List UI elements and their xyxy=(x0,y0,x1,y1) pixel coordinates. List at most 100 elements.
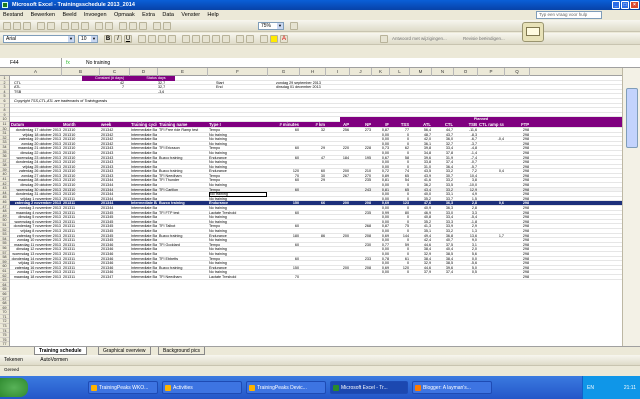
percent-icon[interactable] xyxy=(192,35,200,43)
review-icon[interactable] xyxy=(380,35,388,43)
formula-input[interactable]: No training xyxy=(86,58,110,68)
table-cell[interactable]: maandag 18 november 2013 xyxy=(11,275,61,280)
font-color-icon[interactable]: A xyxy=(280,35,288,43)
increase-indent-icon[interactable] xyxy=(246,35,254,43)
drawing-menu[interactable]: Tekenen xyxy=(4,357,23,363)
table-row[interactable]: maandag 18 november 2013 201311 201347 Inte… xyxy=(10,275,622,280)
undo-icon[interactable] xyxy=(95,22,103,30)
start-button[interactable] xyxy=(0,378,28,397)
column-header[interactable]: F xyxy=(208,68,268,76)
reply-changes-label[interactable]: Antwoord met wijzigingen... xyxy=(392,36,447,41)
column-header[interactable]: Q xyxy=(505,68,530,76)
save-icon[interactable] xyxy=(23,22,31,30)
bold-button[interactable]: B xyxy=(104,35,112,43)
column-header[interactable]: J xyxy=(350,68,372,76)
standard-toolbar: 75% ▼ xyxy=(0,20,640,32)
menu-extra[interactable]: Extra xyxy=(139,10,158,20)
table-cell[interactable]: 298 xyxy=(506,275,529,280)
currency-icon[interactable] xyxy=(182,35,190,43)
align-right-icon[interactable] xyxy=(158,35,166,43)
column-header[interactable]: P xyxy=(478,68,505,76)
italic-button[interactable]: I xyxy=(114,35,122,43)
tab-background-pics[interactable]: Background pics xyxy=(158,347,205,355)
column-header[interactable]: K xyxy=(372,68,390,76)
redo-icon[interactable] xyxy=(105,22,113,30)
align-center-icon[interactable] xyxy=(148,35,156,43)
cut-icon[interactable] xyxy=(61,22,69,30)
table-cell[interactable]: Lactate Treshold xyxy=(209,275,267,280)
column-header[interactable]: L xyxy=(390,68,410,76)
tab-training-schedule[interactable]: Training schedule xyxy=(34,347,87,355)
tab-graphical-overview[interactable]: Graphical overview xyxy=(98,347,151,355)
open-icon[interactable] xyxy=(13,22,21,30)
minimize-button[interactable]: _ xyxy=(612,1,620,9)
align-left-icon[interactable] xyxy=(138,35,146,43)
preview-icon[interactable] xyxy=(47,22,55,30)
sort-asc-icon[interactable] xyxy=(129,22,137,30)
merge-center-icon[interactable] xyxy=(168,35,176,43)
column-header[interactable]: D xyxy=(130,68,158,76)
sort-desc-icon[interactable] xyxy=(139,22,147,30)
column-header[interactable]: G xyxy=(268,68,300,76)
column-header[interactable]: E xyxy=(158,68,208,76)
cells-area[interactable]: Constant (# days) Status days CTL 42 32,… xyxy=(10,76,622,280)
borders-icon[interactable] xyxy=(260,35,268,43)
underline-button[interactable]: U xyxy=(124,35,132,43)
drawing-icon[interactable] xyxy=(163,22,171,30)
zoom-select[interactable]: 75% ▼ xyxy=(258,22,284,30)
menu-venster[interactable]: Venster xyxy=(178,10,203,20)
menu-bestand[interactable]: Bestand xyxy=(0,10,26,20)
fx-icon[interactable]: fx xyxy=(66,58,70,68)
menu-beeld[interactable]: Beeld xyxy=(59,10,79,20)
task-activities[interactable]: Activities xyxy=(162,381,242,394)
font-size-select[interactable]: 10 ▼ xyxy=(78,35,98,43)
decrease-indent-icon[interactable] xyxy=(236,35,244,43)
task-trainingpeaks-device[interactable]: TrainingPeaks Devic... xyxy=(246,381,326,394)
font-select[interactable]: Arial ▼ xyxy=(3,35,75,43)
thousands-icon[interactable] xyxy=(202,35,210,43)
print-icon[interactable] xyxy=(37,22,45,30)
table-cell[interactable]: TFI Needham xyxy=(159,275,207,280)
column-header[interactable]: I xyxy=(326,68,350,76)
column-header[interactable]: B xyxy=(62,68,100,76)
task-excel[interactable]: Microsoft Excel - Tr... xyxy=(330,381,408,394)
autoshapes-menu[interactable]: AutoVormen xyxy=(40,357,68,363)
column-header[interactable]: A xyxy=(10,68,62,76)
menu-invoegen[interactable]: Invoegen xyxy=(81,10,110,20)
column-header[interactable]: H xyxy=(300,68,326,76)
task-trainingpeaks-wko[interactable]: TrainingPeaks WKO... xyxy=(88,381,158,394)
table-cell[interactable]: 201347 xyxy=(101,275,129,280)
column-header[interactable]: C xyxy=(100,68,130,76)
close-button[interactable]: × xyxy=(630,1,639,9)
chart-icon[interactable] xyxy=(153,22,161,30)
paste-icon[interactable] xyxy=(81,22,89,30)
fill-color-icon[interactable] xyxy=(270,35,278,43)
increase-decimal-icon[interactable] xyxy=(212,35,220,43)
language-indicator[interactable]: EN xyxy=(587,385,594,391)
table-cell[interactable]: 201311 xyxy=(63,275,99,280)
table-cell[interactable]: Intermediate Base I xyxy=(131,275,157,280)
menu-help[interactable]: Help xyxy=(204,10,221,20)
column-header[interactable]: M xyxy=(410,68,432,76)
table-cell[interactable]: 70 xyxy=(269,275,299,280)
scroll-thumb[interactable] xyxy=(626,88,638,148)
menu-bewerken[interactable]: Bewerken xyxy=(28,10,58,20)
task-blogger[interactable]: Blogger: A layman's... xyxy=(412,381,492,394)
drawing-toolbar: Tekenen AutoVormen xyxy=(0,355,640,365)
help-icon[interactable] xyxy=(290,22,298,30)
maximize-button[interactable]: □ xyxy=(621,1,629,9)
menu-data[interactable]: Data xyxy=(159,10,177,20)
name-box[interactable]: F44 xyxy=(0,58,62,68)
office-assistant-icon[interactable] xyxy=(522,22,544,42)
end-review-label[interactable]: Revisie beëindigen... xyxy=(463,36,505,41)
spreadsheet-grid[interactable]: 1 2 3 4 5 6 7 8 9 10 11 30 31 32 33 34 35 36 37 38 39 40 41 42 4… xyxy=(0,76,622,346)
sum-icon[interactable] xyxy=(119,22,127,30)
column-header[interactable]: O xyxy=(454,68,478,76)
decrease-decimal-icon[interactable] xyxy=(222,35,230,43)
vertical-scrollbar[interactable] xyxy=(622,68,640,346)
new-icon[interactable] xyxy=(3,22,11,30)
menu-opmaak[interactable]: Opmaak xyxy=(111,10,138,20)
column-header[interactable]: N xyxy=(432,68,454,76)
help-search-input[interactable]: Typ een vraag voor hulp xyxy=(536,11,602,19)
copy-icon[interactable] xyxy=(71,22,79,30)
